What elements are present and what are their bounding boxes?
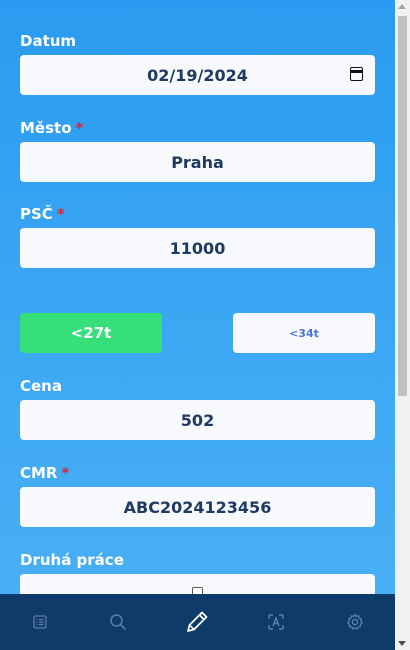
mesto-input[interactable]: Praha bbox=[20, 142, 375, 182]
scrollbar[interactable] bbox=[395, 0, 410, 650]
cmr-value: ABC2024123456 bbox=[123, 497, 272, 517]
tonnage-under-27t-button[interactable]: <27t bbox=[20, 313, 162, 353]
cena-value: 502 bbox=[180, 410, 215, 430]
mesto-label: Město * bbox=[20, 119, 84, 137]
psc-label: PSČ * bbox=[20, 205, 65, 223]
required-marker: * bbox=[75, 119, 84, 137]
cena-input[interactable]: 502 bbox=[20, 400, 375, 440]
scroll-up-arrow[interactable] bbox=[398, 4, 406, 9]
nav-edit[interactable] bbox=[167, 594, 227, 650]
datum-input[interactable]: 02/19/2024 bbox=[20, 55, 375, 95]
calendar-icon[interactable] bbox=[350, 67, 363, 81]
tonnage-under-34t-button[interactable]: <34t bbox=[233, 313, 375, 353]
nav-list[interactable] bbox=[10, 594, 70, 650]
psc-input[interactable]: 11000 bbox=[20, 228, 375, 268]
required-marker: * bbox=[61, 464, 70, 482]
scroll-thumb[interactable] bbox=[398, 16, 407, 396]
text-scan-icon bbox=[268, 614, 284, 630]
druha-prace-label: Druhá práce bbox=[20, 551, 124, 569]
pencil-icon bbox=[187, 611, 208, 632]
cmr-input[interactable]: ABC2024123456 bbox=[20, 487, 375, 527]
list-icon bbox=[33, 615, 47, 629]
required-marker: * bbox=[56, 205, 65, 223]
cmr-label: CMR * bbox=[20, 464, 70, 482]
bottom-navigation bbox=[0, 594, 395, 650]
nav-settings[interactable] bbox=[325, 594, 385, 650]
nav-text-scan[interactable] bbox=[246, 594, 306, 650]
tonnage-under-34t-label: <34t bbox=[289, 326, 319, 340]
tonnage-under-27t-label: <27t bbox=[70, 324, 112, 342]
datum-value: 02/19/2024 bbox=[147, 65, 248, 85]
cena-label: Cena bbox=[20, 377, 62, 395]
search-icon bbox=[110, 614, 126, 630]
scroll-down-arrow[interactable] bbox=[398, 641, 406, 646]
gear-icon bbox=[347, 613, 363, 630]
datum-label: Datum bbox=[20, 32, 77, 50]
mesto-value: Praha bbox=[171, 152, 224, 172]
nav-search[interactable] bbox=[88, 594, 148, 650]
psc-value: 11000 bbox=[169, 238, 226, 258]
